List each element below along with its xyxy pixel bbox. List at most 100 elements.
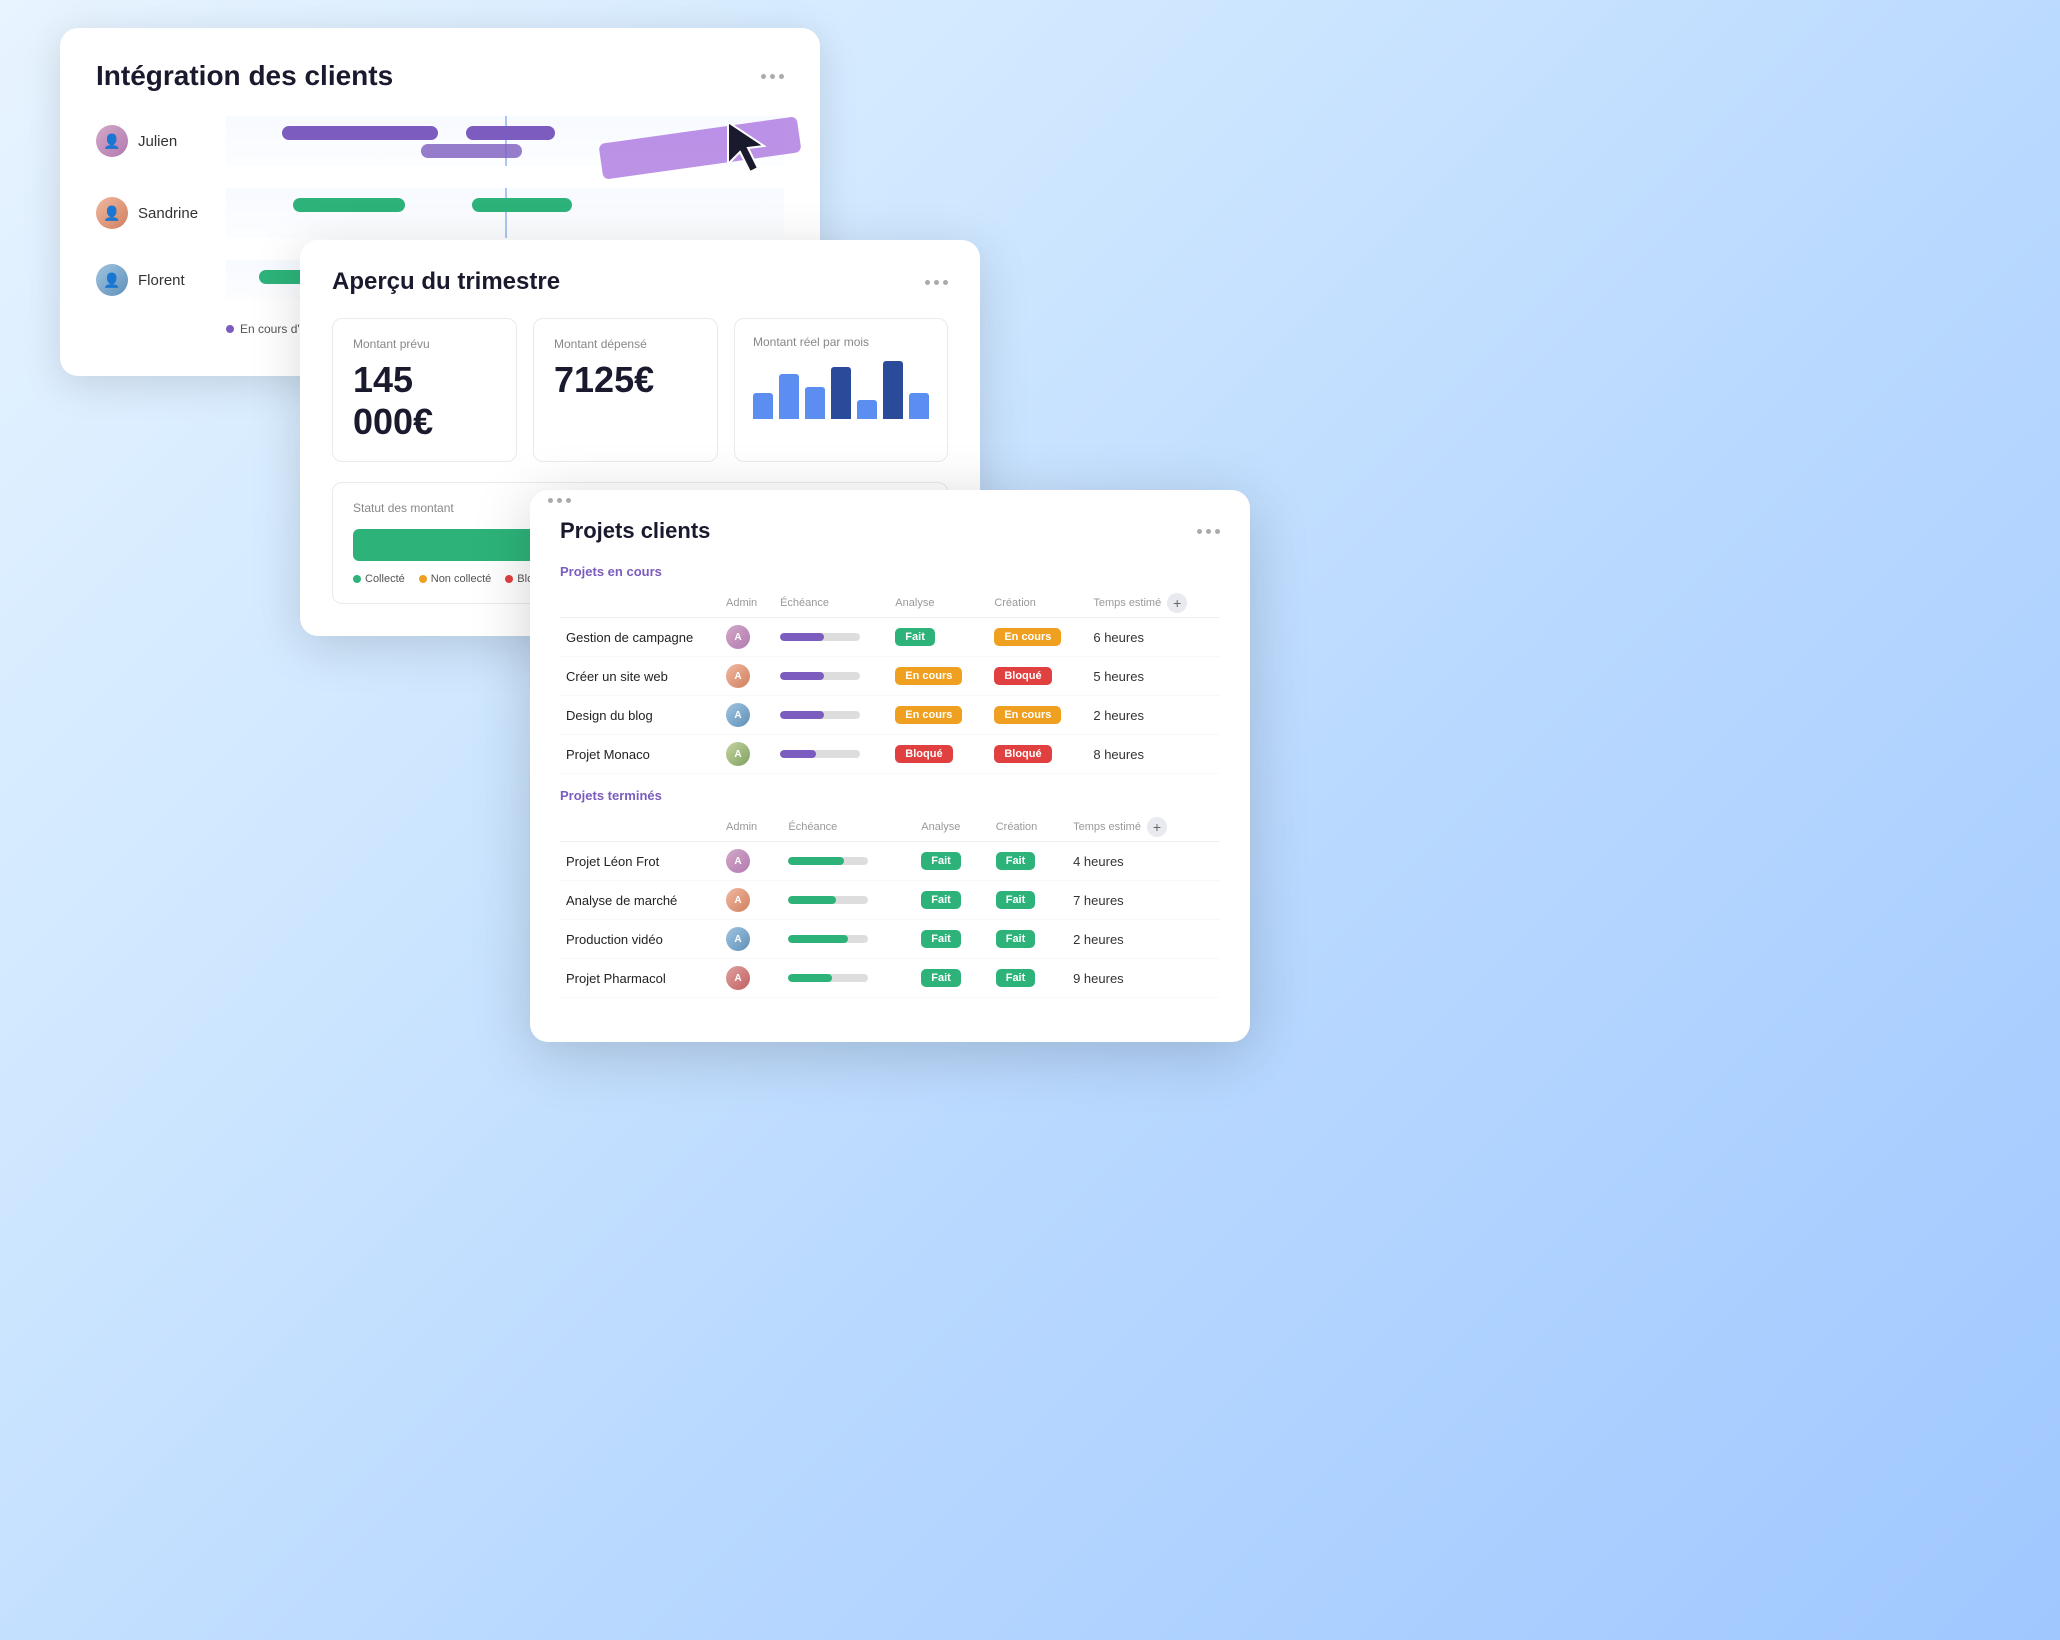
t-proj-analyse-1: Fait [915, 881, 989, 920]
metrics-row: Montant prévu 145 000€ Montant dépensé 7… [332, 318, 948, 462]
projets-menu-button[interactable] [1197, 529, 1220, 534]
col-project-name-header-t [560, 813, 720, 842]
apercu-menu-button[interactable] [925, 280, 948, 285]
t-proj-echeance-3 [782, 959, 915, 998]
t-mini-bar-fill-0 [788, 857, 844, 865]
proj-temps-1: 5 heures [1087, 657, 1220, 696]
termines-row: Projet Léon Frot A Fait Fait 4 heures [560, 842, 1220, 881]
col-temps-header-t: Temps estimé + [1067, 813, 1220, 842]
col-admin-header: Admin [720, 589, 774, 618]
termines-row: Analyse de marché A Fait Fait 7 heures [560, 881, 1220, 920]
proj-creation-2: En cours [988, 696, 1087, 735]
col-creation-header: Création [988, 589, 1087, 618]
t-badge-analyse-2: Fait [921, 930, 961, 948]
avatar-1: A [726, 664, 750, 688]
t-proj-echeance-0 [782, 842, 915, 881]
proj-creation-3: Bloqué [988, 735, 1087, 774]
chart-bar-0 [753, 393, 773, 419]
gantt-header: Intégration des clients [96, 60, 784, 92]
temps-label-t: Temps estimé [1073, 821, 1141, 833]
badge-creation-2: En cours [994, 706, 1061, 724]
col-temps-header: Temps estimé + [1087, 589, 1220, 618]
section-en-cours-label: Projets en cours [560, 564, 1220, 579]
gantt-menu-button[interactable] [761, 74, 784, 79]
add-column-button-t[interactable]: + [1147, 817, 1167, 837]
t-avatar-1: A [726, 888, 750, 912]
dot-bloque-legend [505, 575, 513, 583]
t-proj-analyse-0: Fait [915, 842, 989, 881]
t-mini-bar-0 [788, 857, 868, 865]
apercu-title: Aperçu du trimestre [332, 268, 560, 296]
t-proj-analyse-2: Fait [915, 920, 989, 959]
proj-creation-0: En cours [988, 618, 1087, 657]
chart-bar-5 [883, 361, 903, 419]
badge-creation-0: En cours [994, 628, 1061, 646]
label-collecte: Collecté [365, 573, 405, 585]
proj-echeance-1 [774, 657, 889, 696]
t-proj-creation-3: Fait [990, 959, 1067, 998]
mini-bar-2 [780, 711, 860, 719]
col-project-name-header [560, 589, 720, 618]
gantt-user-sandrine: 👤 Sandrine [96, 197, 226, 229]
t-badge-analyse-3: Fait [921, 969, 961, 987]
chart-label: Montant réel par mois [753, 335, 929, 349]
gantt-user-julien: 👤 Julien [96, 125, 226, 157]
proj-temps-2: 2 heures [1087, 696, 1220, 735]
proj-temps-3: 8 heures [1087, 735, 1220, 774]
t-badge-analyse-1: Fait [921, 891, 961, 909]
t-avatar-2: A [726, 927, 750, 951]
proj-name-0: Gestion de campagne [560, 618, 720, 657]
avatar-0: A [726, 625, 750, 649]
termines-table: Admin Échéance Analyse Création Temps es… [560, 813, 1220, 998]
mini-bar-1 [780, 672, 860, 680]
montant-depense-label: Montant dépensé [554, 337, 697, 351]
t-mini-bar-fill-3 [788, 974, 832, 982]
t-proj-creation-2: Fait [990, 920, 1067, 959]
proj-echeance-3 [774, 735, 889, 774]
en-cours-row: Gestion de campagne A Fait En cours 6 he… [560, 618, 1220, 657]
col-analyse-header: Analyse [889, 589, 988, 618]
t-proj-echeance-1 [782, 881, 915, 920]
chart-bar-6 [909, 393, 929, 419]
legend-non-collecte: Non collecté [419, 573, 492, 585]
proj-analyse-3: Bloqué [889, 735, 988, 774]
gantt-user-florent: 👤 Florent [96, 264, 226, 296]
bar-chart [753, 359, 929, 419]
t-mini-bar-fill-2 [788, 935, 848, 943]
apercu-header: Aperçu du trimestre [332, 268, 948, 296]
projets-title: Projets clients [560, 518, 710, 544]
temps-label: Temps estimé [1093, 597, 1161, 609]
t-badge-creation-1: Fait [996, 891, 1036, 909]
chart-bar-3 [831, 367, 851, 419]
apercu-bottom-dots[interactable] [548, 498, 571, 503]
t-mini-bar-1 [788, 896, 868, 904]
avatar-3: A [726, 742, 750, 766]
chart-bar-1 [779, 374, 799, 419]
proj-temps-0: 6 heures [1087, 618, 1220, 657]
avatar-sandrine: 👤 [96, 197, 128, 229]
en-cours-row: Créer un site web A En cours Bloqué 5 he… [560, 657, 1220, 696]
proj-analyse-2: En cours [889, 696, 988, 735]
t-badge-creation-0: Fait [996, 852, 1036, 870]
t-badge-analyse-0: Fait [921, 852, 961, 870]
gantt-name-sandrine: Sandrine [138, 205, 198, 222]
t-proj-name-3: Projet Pharmacol [560, 959, 720, 998]
proj-echeance-0 [774, 618, 889, 657]
proj-admin-3: A [720, 735, 774, 774]
add-column-button[interactable]: + [1167, 593, 1187, 613]
badge-analyse-1: En cours [895, 667, 962, 685]
dot-collecte [353, 575, 361, 583]
en-cours-row: Projet Monaco A Bloqué Bloqué 8 heures [560, 735, 1220, 774]
col-creation-header-t: Création [990, 813, 1067, 842]
t-proj-admin-1: A [720, 881, 782, 920]
legend-collecte: Collecté [353, 573, 405, 585]
badge-analyse-2: En cours [895, 706, 962, 724]
mini-bar-3 [780, 750, 860, 758]
t-proj-admin-0: A [720, 842, 782, 881]
t-badge-creation-2: Fait [996, 930, 1036, 948]
proj-echeance-2 [774, 696, 889, 735]
proj-admin-1: A [720, 657, 774, 696]
section-termines-label: Projets terminés [560, 788, 1220, 803]
t-proj-creation-0: Fait [990, 842, 1067, 881]
dot-non-collecte [419, 575, 427, 583]
